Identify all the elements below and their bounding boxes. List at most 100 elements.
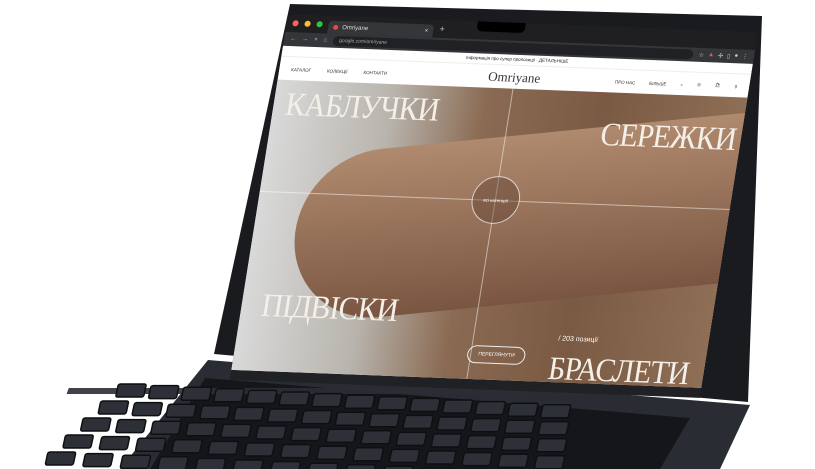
key (119, 454, 152, 469)
key (80, 417, 112, 432)
key (539, 404, 572, 419)
key (424, 450, 457, 465)
key (311, 392, 343, 408)
key (533, 455, 566, 469)
sidebar-icon[interactable]: ▯ (727, 52, 731, 59)
category-earrings[interactable]: СЕРЕЖКИ (598, 116, 739, 158)
camera-notch (476, 21, 526, 34)
key (465, 434, 498, 450)
key (213, 388, 245, 403)
key (243, 442, 276, 457)
site-logo[interactable]: Omriyane (487, 69, 541, 87)
key (409, 397, 441, 413)
key (82, 452, 114, 468)
key (300, 409, 333, 425)
close-window-button[interactable] (292, 20, 300, 27)
bookmark-icon[interactable]: ☆ (698, 51, 704, 58)
close-tab-icon[interactable]: × (424, 28, 428, 34)
key (199, 405, 231, 420)
key (360, 430, 393, 445)
key (62, 434, 94, 449)
key (134, 437, 167, 452)
minimize-window-button[interactable] (304, 20, 312, 27)
instagram-icon[interactable]: ◎ (697, 82, 702, 88)
key (395, 431, 428, 447)
tab-title: Omriyane (341, 24, 369, 32)
item-count: / 203 позиції (557, 335, 599, 344)
key (220, 423, 252, 439)
key (180, 386, 213, 401)
key (290, 426, 322, 442)
key (537, 421, 570, 436)
nav-about[interactable]: ПРО НАС (615, 79, 636, 85)
key (388, 448, 421, 464)
key (171, 439, 203, 454)
key (344, 464, 376, 469)
key (207, 440, 239, 456)
menu-icon[interactable]: ⋮ (741, 53, 748, 60)
key (497, 453, 530, 468)
key (185, 422, 217, 437)
extension-icon[interactable]: ▲ (708, 52, 715, 59)
url-text: google.com/omriyane (338, 37, 388, 46)
key (115, 383, 147, 398)
key (316, 445, 348, 460)
key (500, 436, 533, 451)
key (266, 408, 299, 423)
all-categories-label: всі категорії (483, 197, 509, 203)
cart-count: 0 (734, 83, 738, 89)
key (503, 419, 536, 434)
new-tab-icon[interactable]: + (439, 24, 446, 34)
home-icon[interactable]: ⌂ (323, 37, 328, 43)
key (535, 438, 568, 453)
key (368, 413, 401, 428)
key (279, 443, 312, 459)
key (232, 459, 264, 469)
key (343, 394, 376, 409)
web-page: Інформація про супер пропозиції · ДЕТАЛЬ… (231, 45, 753, 388)
nav-collections[interactable]: КОЛЕКЦІЇ (327, 68, 348, 74)
nav-more[interactable]: БІЛЬШЕ (649, 80, 667, 86)
key (470, 417, 502, 433)
category-bracelets[interactable]: БРАСЛЕТИ (545, 350, 692, 387)
profile-icon[interactable]: ● (734, 53, 739, 60)
key (245, 389, 278, 405)
category-rings[interactable]: КАБЛУЧКИ (283, 86, 442, 129)
key (474, 400, 507, 416)
key (325, 428, 357, 443)
key (147, 384, 180, 400)
key (278, 391, 311, 406)
cart-icon[interactable]: 🛍 (715, 82, 722, 88)
puzzle-icon[interactable]: ✣ (718, 52, 724, 59)
search-icon[interactable]: ⌕ (680, 82, 683, 87)
key (233, 406, 265, 422)
key (334, 411, 367, 426)
category-pendants[interactable]: ПІДВІСКИ (259, 287, 401, 329)
key (441, 399, 474, 414)
forward-icon[interactable]: → (302, 37, 309, 43)
hero: КАБЛУЧКИ СЕРЕЖКИ ПІДВІСКИ БРАСЛЕТИ всі к… (231, 79, 748, 388)
key (461, 451, 493, 467)
key (115, 418, 147, 434)
key (436, 416, 468, 431)
view-button[interactable]: ПЕРЕГЛЯНУТИ (465, 344, 528, 366)
favicon-icon (332, 24, 339, 30)
stop-icon[interactable]: × (314, 37, 318, 43)
back-icon[interactable]: ← (290, 36, 297, 42)
key (165, 403, 197, 418)
key (376, 396, 409, 411)
key (98, 435, 131, 451)
key (352, 447, 385, 462)
key (430, 433, 463, 448)
key (150, 420, 182, 435)
key (306, 462, 339, 469)
key (97, 400, 130, 415)
key (194, 457, 227, 469)
key (402, 414, 434, 430)
maximize-window-button[interactable] (316, 21, 324, 28)
key (44, 451, 77, 466)
nav-contacts[interactable]: КОНТАКТИ (363, 69, 387, 75)
nav-catalog[interactable]: КАТАЛОГ (291, 67, 312, 73)
key (131, 401, 164, 417)
key (269, 460, 302, 469)
